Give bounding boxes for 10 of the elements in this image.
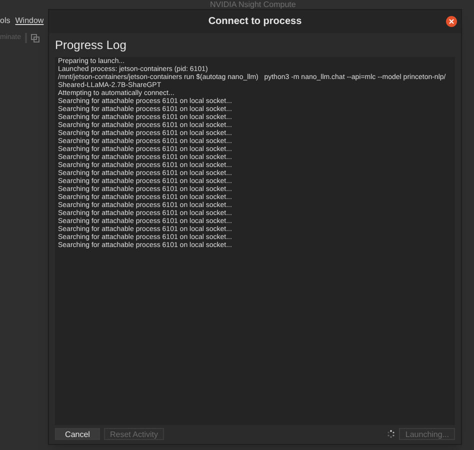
menu-item[interactable]: Window (15, 15, 44, 27)
menu-item[interactable]: ols (0, 15, 10, 27)
dialog-title: Connect to process (208, 15, 302, 29)
close-icon (449, 19, 454, 24)
close-button[interactable] (446, 16, 457, 27)
spinner-icon (387, 430, 396, 438)
copy-icon[interactable] (31, 34, 40, 42)
progress-log-heading: Progress Log (55, 37, 128, 53)
app-title: NVIDIA Nsight Compute (210, 0, 296, 9)
cancel-button[interactable]: Cancel (55, 428, 100, 440)
